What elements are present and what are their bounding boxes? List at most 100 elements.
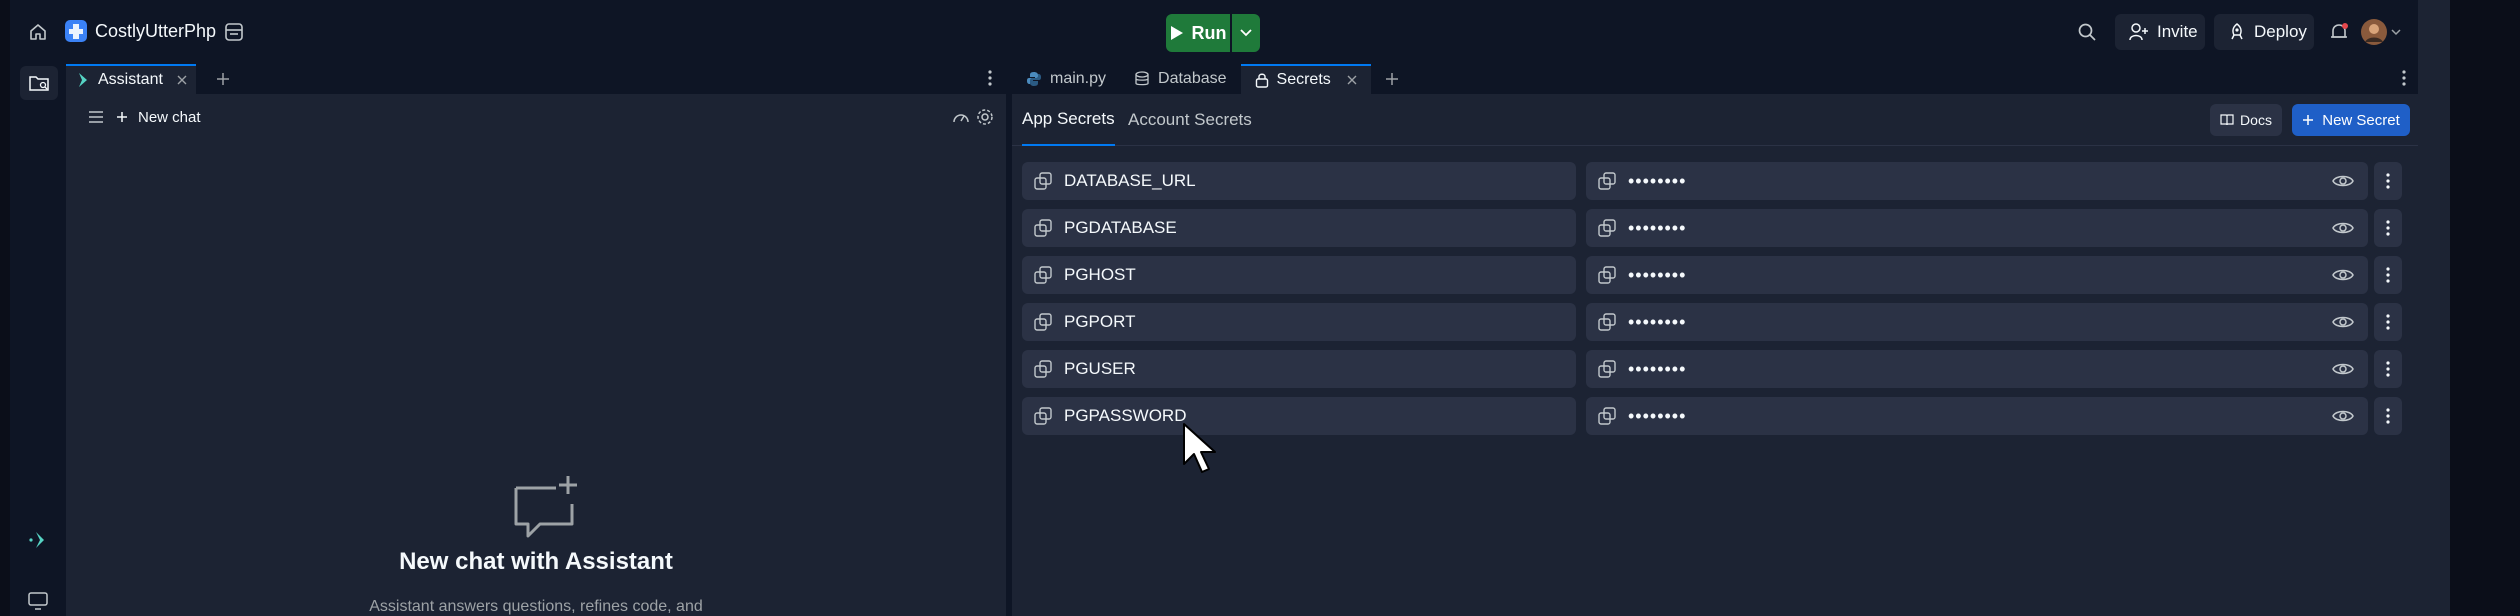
- secret-value: ••••••••: [1628, 405, 1687, 426]
- home-icon[interactable]: [28, 22, 48, 42]
- eye-icon[interactable]: [2332, 361, 2354, 377]
- run-options-button[interactable]: [1232, 14, 1260, 52]
- secret-row: PGUSER ••••••••: [1012, 350, 2418, 388]
- editor-tabstrip: main.py Database Secrets: [1012, 64, 2418, 94]
- secret-value-field[interactable]: ••••••••: [1586, 397, 2368, 435]
- add-tab-icon[interactable]: [216, 72, 230, 86]
- secret-more-button[interactable]: [2374, 303, 2402, 341]
- menu-icon[interactable]: [88, 110, 104, 124]
- secret-key-field[interactable]: PGHOST: [1022, 256, 1576, 294]
- invite-label: Invite: [2157, 22, 2198, 41]
- new-chat-illustration-icon: [510, 472, 582, 542]
- layout-icon[interactable]: [224, 22, 244, 42]
- secret-value: ••••••••: [1628, 358, 1687, 379]
- more-options-icon[interactable]: [2402, 70, 2406, 86]
- mouse-cursor-icon: [1182, 422, 1218, 476]
- search-icon[interactable]: [2077, 22, 2097, 42]
- tab-label: Assistant: [98, 71, 163, 88]
- tab-assistant[interactable]: Assistant: [66, 64, 196, 94]
- settings-gear-icon[interactable]: [975, 107, 995, 127]
- secret-key-field[interactable]: PGPORT: [1022, 303, 1576, 341]
- secret-key: PGUSER: [1064, 359, 1136, 378]
- secret-value-field[interactable]: ••••••••: [1586, 303, 2368, 341]
- plus-icon: [116, 111, 128, 123]
- copy-icon[interactable]: [1598, 219, 1616, 237]
- deploy-button[interactable]: Deploy: [2214, 14, 2314, 50]
- more-options-icon[interactable]: [988, 70, 992, 86]
- docs-button[interactable]: Docs: [2210, 104, 2282, 136]
- project-name[interactable]: CostlyUtterPhp: [95, 21, 216, 42]
- copy-icon[interactable]: [1598, 266, 1616, 284]
- invite-button[interactable]: Invite: [2115, 14, 2205, 50]
- copy-icon[interactable]: [1598, 313, 1616, 331]
- secret-row: PGPASSWORD ••••••••: [1012, 397, 2418, 435]
- python-icon: [1026, 71, 1042, 87]
- project-logo-icon[interactable]: [65, 20, 87, 42]
- eye-icon[interactable]: [2332, 267, 2354, 283]
- assistant-icon[interactable]: [28, 530, 50, 550]
- secret-key: DATABASE_URL: [1064, 171, 1196, 190]
- copy-icon[interactable]: [1034, 407, 1052, 425]
- tab-secrets[interactable]: Secrets: [1240, 64, 1371, 94]
- database-icon: [1134, 71, 1150, 87]
- secret-more-button[interactable]: [2374, 209, 2402, 247]
- more-options-icon: [2386, 408, 2390, 424]
- run-label: Run: [1191, 22, 1227, 43]
- close-icon[interactable]: [177, 75, 187, 85]
- copy-icon[interactable]: [1598, 407, 1616, 425]
- avatar[interactable]: [2360, 18, 2404, 46]
- copy-icon[interactable]: [1598, 360, 1616, 378]
- copy-icon[interactable]: [1034, 172, 1052, 190]
- secret-more-button[interactable]: [2374, 350, 2402, 388]
- tab-main-py[interactable]: main.py: [1012, 64, 1120, 94]
- secret-key-field[interactable]: DATABASE_URL: [1022, 162, 1576, 200]
- copy-icon[interactable]: [1034, 219, 1052, 237]
- secret-more-button[interactable]: [2374, 397, 2402, 435]
- copy-icon[interactable]: [1598, 172, 1616, 190]
- new-secret-label: New Secret: [2322, 111, 2400, 129]
- add-tab-button[interactable]: [1371, 64, 1413, 94]
- copy-icon[interactable]: [1034, 266, 1052, 284]
- secret-key: PGPASSWORD: [1064, 406, 1187, 425]
- secret-value-field[interactable]: ••••••••: [1586, 162, 2368, 200]
- more-options-icon: [2386, 173, 2390, 189]
- empty-state-description: Assistant answers questions, refines cod…: [369, 598, 703, 615]
- left-rail: [10, 64, 66, 616]
- more-options-icon: [2386, 361, 2390, 377]
- tab-app-secrets[interactable]: App Secrets: [1022, 94, 1115, 146]
- play-icon: [1170, 25, 1184, 41]
- copy-icon[interactable]: [1034, 313, 1052, 331]
- secret-value-field[interactable]: ••••••••: [1586, 209, 2368, 247]
- copy-icon[interactable]: [1034, 360, 1052, 378]
- user-plus-icon: [2129, 23, 2149, 41]
- eye-icon[interactable]: [2332, 408, 2354, 424]
- tab-database[interactable]: Database: [1120, 64, 1241, 94]
- eye-icon[interactable]: [2332, 220, 2354, 236]
- tab-account-secrets[interactable]: Account Secrets: [1128, 94, 1252, 146]
- bell-icon[interactable]: [2328, 21, 2350, 43]
- secret-more-button[interactable]: [2374, 256, 2402, 294]
- eye-icon[interactable]: [2332, 314, 2354, 330]
- new-secret-button[interactable]: New Secret: [2292, 104, 2410, 136]
- assistant-tab-icon: [76, 72, 90, 88]
- run-button[interactable]: Run: [1166, 14, 1230, 52]
- secret-more-button[interactable]: [2374, 162, 2402, 200]
- secret-value: ••••••••: [1628, 217, 1687, 238]
- close-icon[interactable]: [1347, 75, 1357, 85]
- desktop-icon[interactable]: [28, 592, 48, 610]
- tab-label: main.py: [1050, 70, 1107, 87]
- new-chat-button[interactable]: New chat: [116, 106, 201, 128]
- speedometer-icon[interactable]: [952, 109, 970, 125]
- secret-key-field[interactable]: PGDATABASE: [1022, 209, 1576, 247]
- secret-key-field[interactable]: PGUSER: [1022, 350, 1576, 388]
- secret-key: PGPORT: [1064, 312, 1136, 331]
- secret-key-field[interactable]: PGPASSWORD: [1022, 397, 1576, 435]
- plus-icon: [1385, 72, 1399, 86]
- secret-value-field[interactable]: ••••••••: [1586, 350, 2368, 388]
- eye-icon[interactable]: [2332, 173, 2354, 189]
- secret-value-field[interactable]: ••••••••: [1586, 256, 2368, 294]
- new-chat-label: New chat: [138, 108, 201, 126]
- secret-row: PGHOST ••••••••: [1012, 256, 2418, 294]
- window-edge: [2418, 0, 2450, 616]
- file-explorer-icon[interactable]: [20, 66, 58, 100]
